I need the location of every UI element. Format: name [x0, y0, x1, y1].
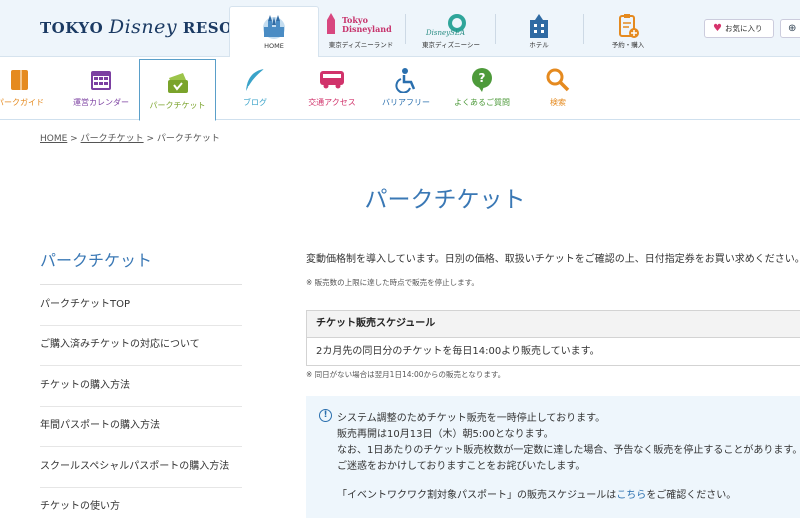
intro-text: 変動価格制を導入しています。日別の価格、取扱いチケットをご確認の上、日付指定券を… [306, 254, 800, 265]
hotel-icon [530, 14, 548, 38]
search-icon [546, 68, 570, 92]
svg-text:?: ? [479, 71, 486, 85]
nav-item-calendar[interactable]: 運営カレンダー [64, 57, 138, 120]
nav-item-search[interactable]: 検索 [522, 57, 594, 120]
breadcrumb: HOME > パークチケット > パークチケット [40, 134, 220, 144]
page-title: パークチケット [364, 187, 526, 213]
sales-limit-note: ※ 販売数の上限に達した時点で販売を停止します。 [306, 278, 479, 287]
calendar-icon [91, 71, 111, 90]
notice-line: なお、1日あたりのチケット販売枚数が一定数に達した場合、予告なく販売を停止するこ… [337, 445, 800, 456]
breadcrumb-home-link[interactable]: HOME [40, 134, 67, 144]
tab-disneyland-label: 東京ディズニーランド [328, 41, 394, 49]
header-divider [583, 14, 584, 44]
castle-icon [263, 15, 285, 39]
globe-icon: ⊕ [788, 23, 797, 34]
sidebar-item-how-to-use[interactable]: チケットの使い方 [40, 487, 242, 518]
notice-line: 販売再開は10月13日（木）朝5:00となります。 [337, 429, 554, 440]
breadcrumb-current: パークチケット [156, 134, 220, 144]
nav-item-faq[interactable]: ? よくあるご質問 [446, 57, 518, 120]
header-divider [405, 14, 406, 44]
tab-home[interactable]: HOME [229, 6, 319, 58]
sidebar-item-how-to-buy[interactable]: チケットの購入方法 [40, 366, 242, 407]
sidebar-item-ticket-top[interactable]: パークチケットTOP [40, 285, 242, 326]
tab-disneysea[interactable]: DisneySEA 東京ディズニーシー [412, 6, 490, 57]
event-passport-schedule-line: 「イベントワクワク割対象パスポート」の販売スケジュールはこちらをご確認ください。 [337, 490, 737, 501]
heart-icon: ♥ [713, 23, 722, 34]
schedule-body: 2カ月先の同日分のチケットを毎日14:00より販売しています。 [316, 346, 600, 357]
tab-disneysea-label: 東京ディズニーシー [422, 41, 480, 49]
notice-box: ! システム調整のためチケット販売を一時停止しております。 販売再開は10月13… [306, 396, 800, 518]
tab-reservation-label: 予約・購入 [611, 41, 645, 49]
sidebar-item-purchased-tickets[interactable]: ご購入済みチケットの対応について [40, 325, 242, 366]
map-icon [11, 70, 28, 90]
nav-item-park-ticket[interactable]: パークチケット [139, 59, 216, 121]
tab-disneyland[interactable]: Tokyo Disneyland 東京ディズニーランド [322, 6, 400, 57]
tab-hotel[interactable]: ホテル [500, 6, 578, 57]
tab-reservation[interactable]: 予約・購入 [588, 6, 668, 57]
notice-line: ご迷惑をおかけしておりますことをお詫びいたします。 [337, 461, 586, 472]
schedule-note: ※ 同日がない場合は翌月1日14:00からの販売となります。 [306, 370, 506, 379]
park-nav: パークガイド 運営カレンダー パークチケット ブログ 交通アクセス バリアフリー… [0, 57, 800, 121]
question-bubble-icon: ? [472, 68, 492, 92]
bus-icon [320, 71, 344, 89]
info-icon: ! [319, 409, 332, 422]
tab-hotel-label: ホテル [529, 41, 549, 49]
sidebar-item-school-passport[interactable]: スクールスペシャルパスポートの購入方法 [40, 447, 242, 488]
schedule-box: チケット販売スケジュール 2カ月先の同日分のチケットを毎日14:00より販売して… [306, 310, 800, 366]
header-divider [495, 14, 496, 44]
wheelchair-icon [395, 68, 416, 93]
notice-line: システム調整のためチケット販売を一時停止しております。 [337, 413, 606, 424]
nav-item-access[interactable]: 交通アクセス [295, 57, 369, 120]
sidebar-item-annual-passport[interactable]: 年間パスポートの購入方法 [40, 406, 242, 447]
nav-item-blog[interactable]: ブログ [220, 57, 290, 120]
language-button[interactable]: ⊕ [780, 19, 800, 38]
schedule-heading: チケット販売スケジュール [307, 311, 800, 338]
favorites-button[interactable]: ♥ お気に入り [704, 19, 774, 38]
breadcrumb-park-ticket-link[interactable]: パークチケット [81, 134, 144, 144]
event-passport-schedule-link[interactable]: こちら [616, 490, 646, 501]
ticket-icon [167, 73, 188, 93]
nav-item-park-guide[interactable]: パークガイド [0, 57, 60, 120]
tab-home-label: HOME [264, 42, 284, 50]
global-header: TOKYO Disney RESORT® HOME Tokyo Disneyla… [0, 0, 800, 58]
nav-item-barrier-free[interactable]: バリアフリー [370, 57, 442, 120]
clipboard-plus-icon [619, 14, 639, 38]
sidebar-title: パークチケット [40, 251, 153, 270]
feather-icon [246, 68, 265, 91]
